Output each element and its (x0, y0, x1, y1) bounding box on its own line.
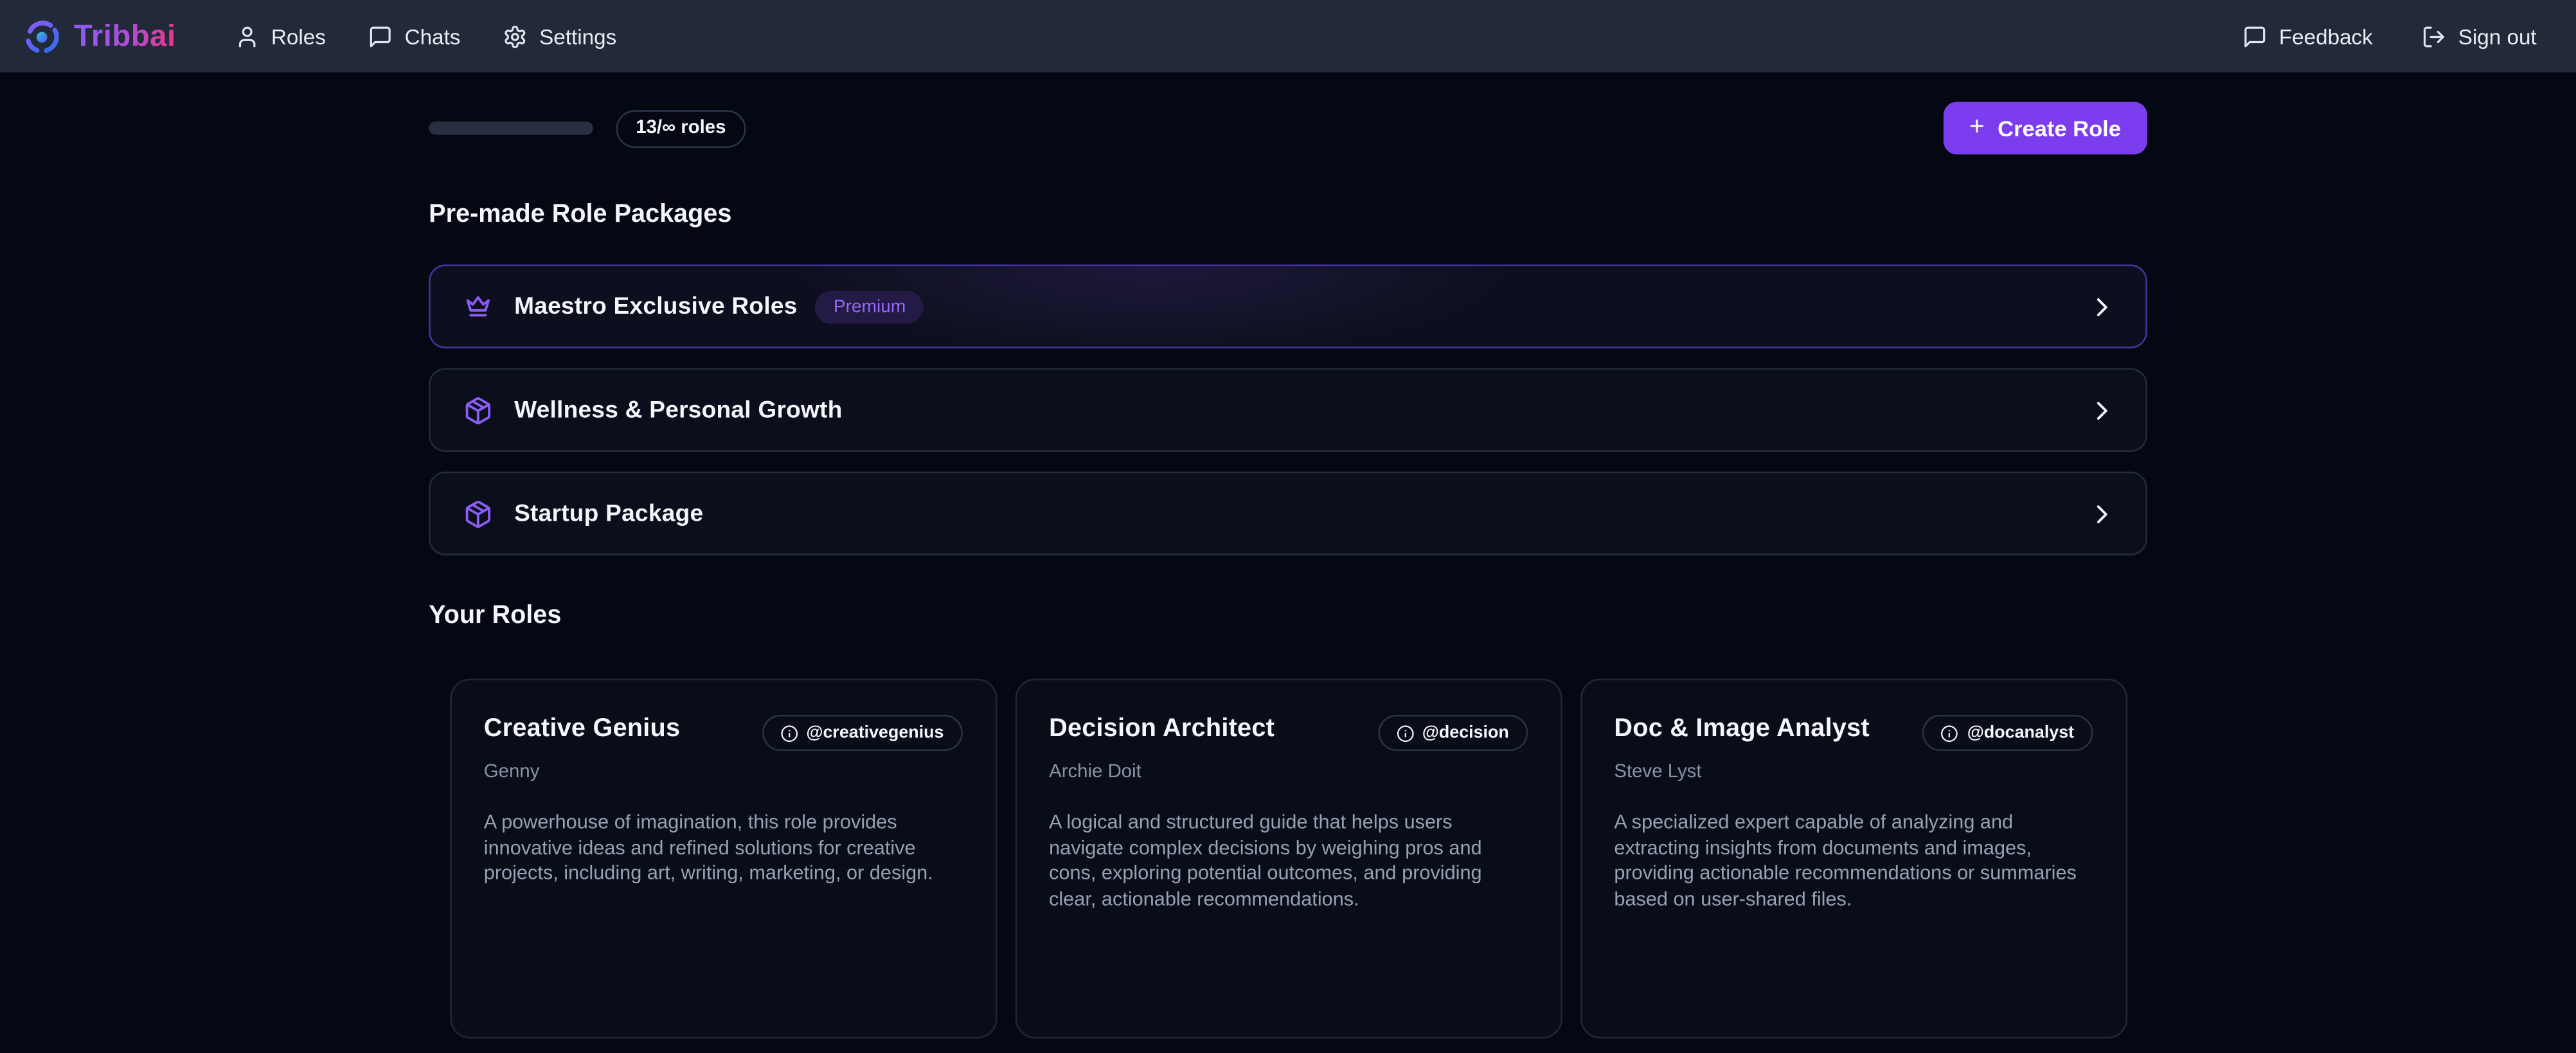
role-handle-badge[interactable]: @creativegenius (762, 715, 962, 751)
your-roles-section-title: Your Roles (429, 602, 2147, 631)
chat-icon (368, 24, 393, 48)
role-subtitle: Steve Lyst (1614, 762, 2092, 782)
plus-icon: + (1969, 115, 1985, 141)
chat-icon (2243, 24, 2267, 48)
app-window: Tribbai Roles Chats (0, 0, 2576, 1053)
chevron-right-icon (2089, 502, 2113, 525)
nav-label: Settings (539, 24, 616, 48)
role-description: A specialized expert capable of analyzin… (1614, 810, 2092, 912)
feedback-label: Feedback (2279, 24, 2373, 48)
package-name: Startup Package (514, 500, 703, 526)
role-description: A powerhouse of imagination, this role p… (484, 810, 962, 887)
chevron-right-icon (2089, 295, 2113, 318)
role-description: A logical and structured guide that help… (1049, 810, 1527, 912)
info-icon (780, 724, 798, 742)
top-navbar: Tribbai Roles Chats (0, 0, 2576, 72)
role-handle: @decision (1422, 723, 1509, 743)
create-role-label: Create Role (1998, 116, 2121, 140)
brand-logo[interactable]: Tribbai (23, 17, 176, 55)
roles-count-badge: 13/∞ roles (616, 109, 746, 147)
create-role-button[interactable]: + Create Role (1943, 102, 2147, 154)
your-roles-grid: Creative Genius @creativegenius Genny A … (449, 679, 2127, 1053)
nav-item-chats[interactable]: Chats (368, 24, 460, 48)
role-title: Decision Architect (1049, 715, 1275, 744)
role-card-decision-architect[interactable]: Decision Architect @decision Archie Doit… (1014, 679, 1561, 1039)
info-icon (1941, 724, 1959, 742)
package-row-maestro[interactable]: Maestro Exclusive Roles Premium (429, 265, 2147, 348)
info-icon (1396, 724, 1414, 742)
role-card-creative-genius[interactable]: Creative Genius @creativegenius Genny A … (449, 679, 996, 1039)
roles-progress-bar (429, 122, 593, 134)
brand-name: Tribbai (74, 18, 176, 54)
card-header: Decision Architect @decision (1049, 715, 1527, 751)
package-name: Wellness & Personal Growth (514, 397, 843, 423)
nav-item-settings[interactable]: Settings (503, 24, 616, 48)
role-title: Creative Genius (484, 715, 681, 744)
crown-icon (463, 292, 493, 321)
card-header: Creative Genius @creativegenius (484, 715, 962, 751)
header-actions: Feedback Sign out (2243, 24, 2537, 48)
package-icon (463, 499, 493, 528)
user-icon (235, 24, 260, 48)
nav-label: Chats (405, 24, 461, 48)
premium-badge: Premium (816, 290, 924, 323)
role-handle-badge[interactable]: @decision (1378, 715, 1527, 751)
gear-icon (503, 24, 528, 48)
nav-item-roles[interactable]: Roles (235, 24, 326, 48)
chevron-right-icon (2089, 399, 2113, 422)
tribbai-logo-icon (23, 17, 61, 55)
sign-out-button[interactable]: Sign out (2422, 24, 2536, 48)
logout-icon (2422, 24, 2446, 48)
main-nav: Roles Chats Settings (235, 24, 617, 48)
package-row-wellness[interactable]: Wellness & Personal Growth (429, 368, 2147, 452)
nav-label: Roles (271, 24, 326, 48)
role-card-doc-image-analyst[interactable]: Doc & Image Analyst @docanalyst Steve Ly… (1580, 679, 2127, 1039)
packages-section-title: Pre-made Role Packages (429, 201, 2147, 230)
package-row-startup[interactable]: Startup Package (429, 472, 2147, 555)
main-content: 13/∞ roles + Create Role Pre-made Role P… (429, 102, 2147, 1053)
role-subtitle: Archie Doit (1049, 762, 1527, 782)
roles-toolbar: 13/∞ roles + Create Role (429, 102, 2147, 154)
role-subtitle: Genny (484, 762, 962, 782)
role-handle: @creativegenius (806, 723, 944, 743)
role-title: Doc & Image Analyst (1614, 715, 1870, 744)
card-header: Doc & Image Analyst @docanalyst (1614, 715, 2092, 751)
sign-out-label: Sign out (2458, 24, 2537, 48)
package-icon (463, 395, 493, 425)
role-handle: @docanalyst (1967, 723, 2074, 743)
package-name: Maestro Exclusive Roles (514, 293, 798, 320)
feedback-button[interactable]: Feedback (2243, 24, 2373, 48)
role-handle-badge[interactable]: @docanalyst (1923, 715, 2093, 751)
